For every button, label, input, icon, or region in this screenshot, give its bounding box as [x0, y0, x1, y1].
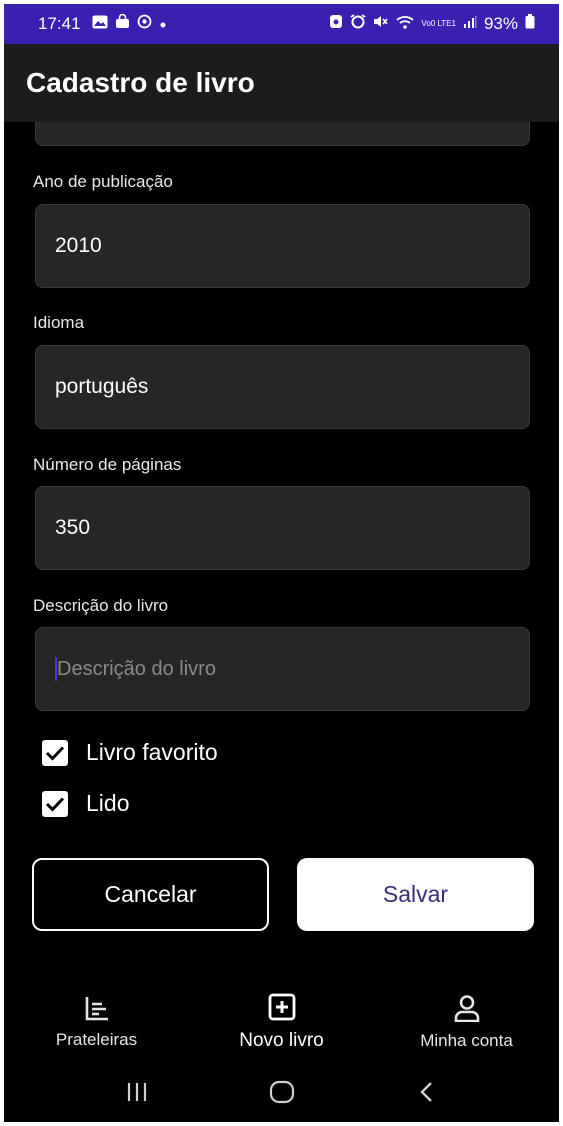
- pages-input[interactable]: 350: [35, 486, 530, 570]
- home-button[interactable]: [262, 1072, 302, 1112]
- lock-status-icon: [329, 14, 343, 34]
- status-time: 17:41: [38, 14, 81, 33]
- year-label: Ano de publicação: [33, 172, 173, 191]
- description-label: Descrição do livro: [33, 596, 169, 615]
- shopping-bag-notification-icon: [115, 13, 130, 34]
- battery-icon: [525, 14, 535, 34]
- check-icon: [45, 796, 65, 812]
- read-checkbox[interactable]: [42, 790, 68, 817]
- add-box-icon: [268, 993, 296, 1026]
- mute-icon: [373, 14, 389, 34]
- nav-label-new-book: Novo livro: [239, 1029, 324, 1051]
- check-icon: [45, 745, 65, 761]
- app-bar: Cadastro de livro: [4, 44, 559, 122]
- nav-item-account[interactable]: Minha conta: [382, 994, 552, 1051]
- description-input[interactable]: Descrição do livro: [35, 627, 530, 711]
- book-form: Ano de publicação 2010 Idioma português …: [4, 102, 559, 982]
- person-icon: [453, 994, 481, 1027]
- favorite-checkbox-row[interactable]: Livro favorito: [42, 739, 218, 766]
- recent-apps-button[interactable]: [117, 1072, 157, 1112]
- year-input[interactable]: 2010: [35, 204, 530, 288]
- wifi-icon: [396, 14, 415, 34]
- save-button[interactable]: Salvar: [297, 858, 534, 931]
- back-icon: [419, 1082, 432, 1102]
- gallery-notification-icon: [92, 14, 108, 34]
- home-icon: [269, 1080, 294, 1104]
- shelves-icon: [84, 995, 110, 1026]
- more-notifications-dot-icon: [159, 14, 167, 34]
- read-label: Lido: [86, 790, 130, 816]
- nav-item-new-book[interactable]: Novo livro: [197, 993, 367, 1052]
- battery-percent: 93%: [483, 14, 518, 33]
- pages-label: Número de páginas: [33, 455, 182, 474]
- signal-icon: [463, 14, 477, 34]
- status-bar: 17:41 Vo0 LTE1 93%: [4, 4, 559, 44]
- sync-notification-icon: [137, 14, 152, 34]
- language-input[interactable]: português: [35, 345, 530, 429]
- cancel-button[interactable]: Cancelar: [32, 858, 269, 931]
- phone-screen: 17:41 Vo0 LTE1 93% Cadastro de livro Ano…: [4, 4, 559, 1122]
- recent-apps-icon: [127, 1083, 146, 1101]
- alarm-icon: [350, 14, 366, 34]
- description-placeholder: Descrição do livro: [57, 657, 216, 680]
- network-type-label: Vo0 LTE1: [421, 19, 456, 28]
- status-right: Vo0 LTE1 93%: [329, 14, 535, 34]
- back-button[interactable]: [407, 1072, 447, 1112]
- favorite-label: Livro favorito: [86, 739, 218, 765]
- favorite-checkbox[interactable]: [42, 739, 68, 766]
- page-title: Cadastro de livro: [26, 67, 255, 98]
- bottom-navigation: Prateleiras Novo livro Minha conta: [4, 982, 559, 1062]
- nav-label-shelves: Prateleiras: [55, 1029, 138, 1049]
- system-navigation-bar: [4, 1062, 559, 1122]
- status-left: 17:41: [38, 13, 167, 34]
- read-checkbox-row[interactable]: Lido: [42, 790, 129, 817]
- language-label: Idioma: [33, 313, 85, 332]
- nav-item-shelves[interactable]: Prateleiras: [12, 995, 182, 1050]
- nav-label-account: Minha conta: [420, 1030, 513, 1050]
